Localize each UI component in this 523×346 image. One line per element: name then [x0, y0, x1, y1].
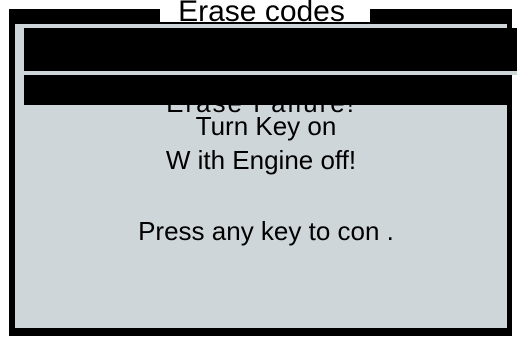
continue-prompt: Press any key to con . — [138, 216, 394, 246]
screen-title: Erase codes — [178, 0, 345, 28]
message-line-2: W ith Engine off! — [165, 145, 357, 175]
selection-bar — [24, 75, 510, 105]
message-line-1: Turn Key on — [195, 111, 337, 141]
highlight-bar — [24, 28, 517, 71]
